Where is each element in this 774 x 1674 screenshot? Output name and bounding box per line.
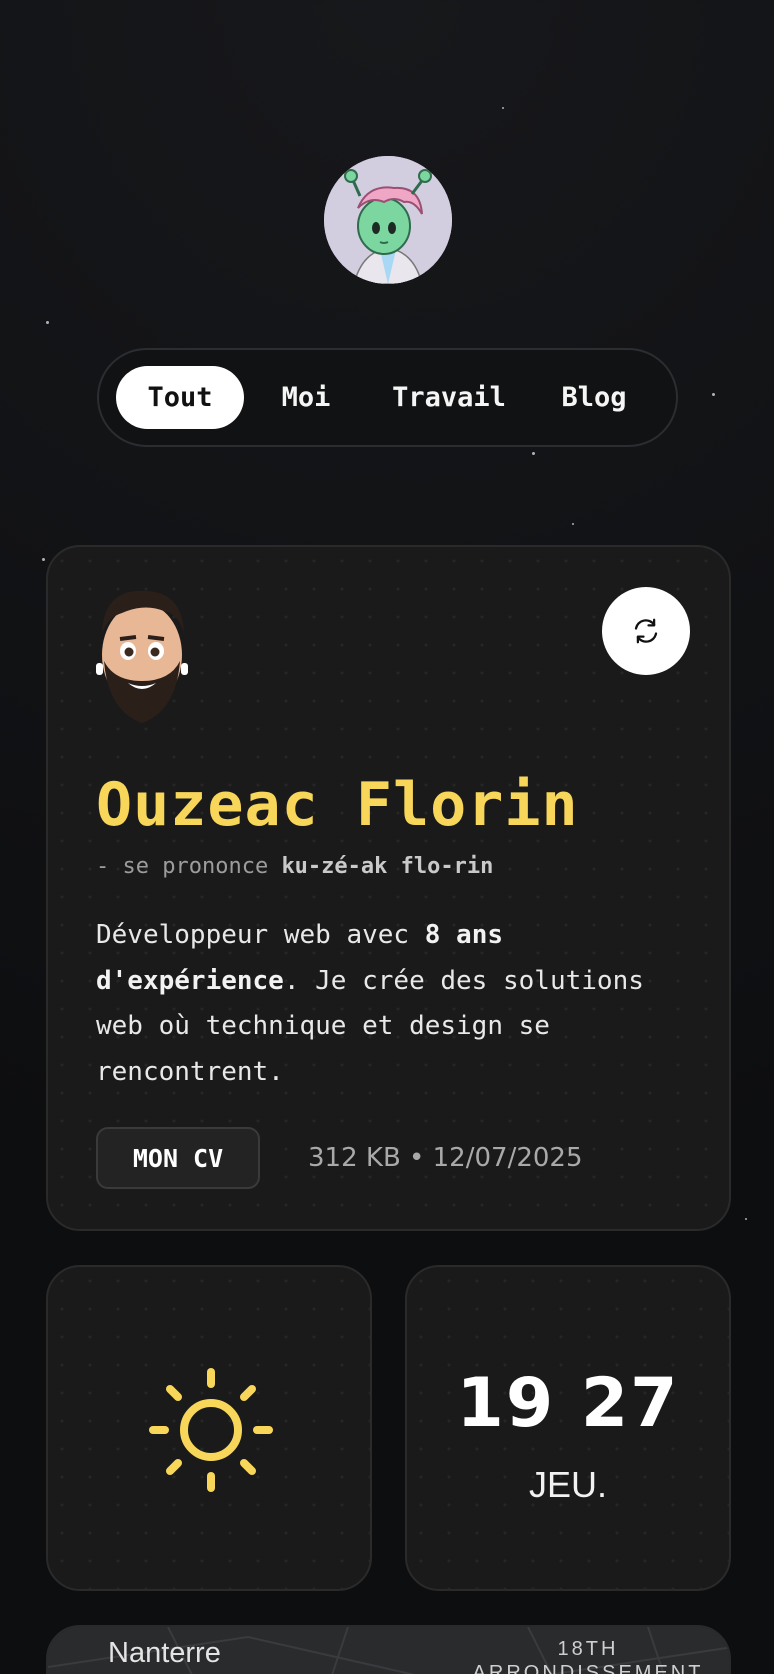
clock-time: 19 27	[456, 1364, 680, 1443]
clock-card: 19 27 JEU.	[405, 1265, 731, 1591]
memoji-icon	[96, 590, 188, 723]
nav-tab-travail[interactable]: Travail	[369, 366, 529, 429]
alien-avatar-icon	[324, 156, 452, 284]
map-city-label: Nanterre	[108, 1637, 221, 1669]
sun-icon	[149, 1368, 273, 1492]
refresh-icon	[634, 618, 658, 644]
cv-download-button[interactable]: MON CV	[96, 1127, 260, 1189]
map-area-label: 18TH ARRONDISSEMENT	[472, 1638, 704, 1674]
clock-day: JEU.	[528, 1464, 607, 1505]
weather-card	[46, 1265, 372, 1591]
nav-tab-blog[interactable]: Blog	[539, 366, 649, 429]
nav-tab-tout[interactable]: Tout	[116, 366, 244, 429]
map-card[interactable]: Nanterre 18TH ARRONDISSEMENT	[46, 1625, 731, 1674]
category-nav: Tout Moi Travail Blog	[97, 348, 678, 447]
nav-tab-moi[interactable]: Moi	[251, 366, 361, 429]
pronunciation-prefix: - se prononce	[96, 854, 269, 879]
pronunciation-value: ku-zé-ak flo-rin	[281, 854, 494, 879]
avatar[interactable]	[324, 156, 452, 284]
description-text-1: Développeur web avec	[96, 920, 425, 950]
pronunciation: - se prononce ku-zé-ak flo-rin	[96, 854, 493, 879]
cv-file-meta: 312 KB • 12/07/2025	[308, 1143, 583, 1173]
profile-description: Développeur web avec 8 ans d'expérience.…	[96, 913, 696, 1095]
profile-name: Ouzeac Florin	[96, 770, 579, 840]
profile-card: Ouzeac Florin - se prononce ku-zé-ak flo…	[46, 545, 731, 1231]
refresh-button[interactable]	[602, 587, 690, 675]
